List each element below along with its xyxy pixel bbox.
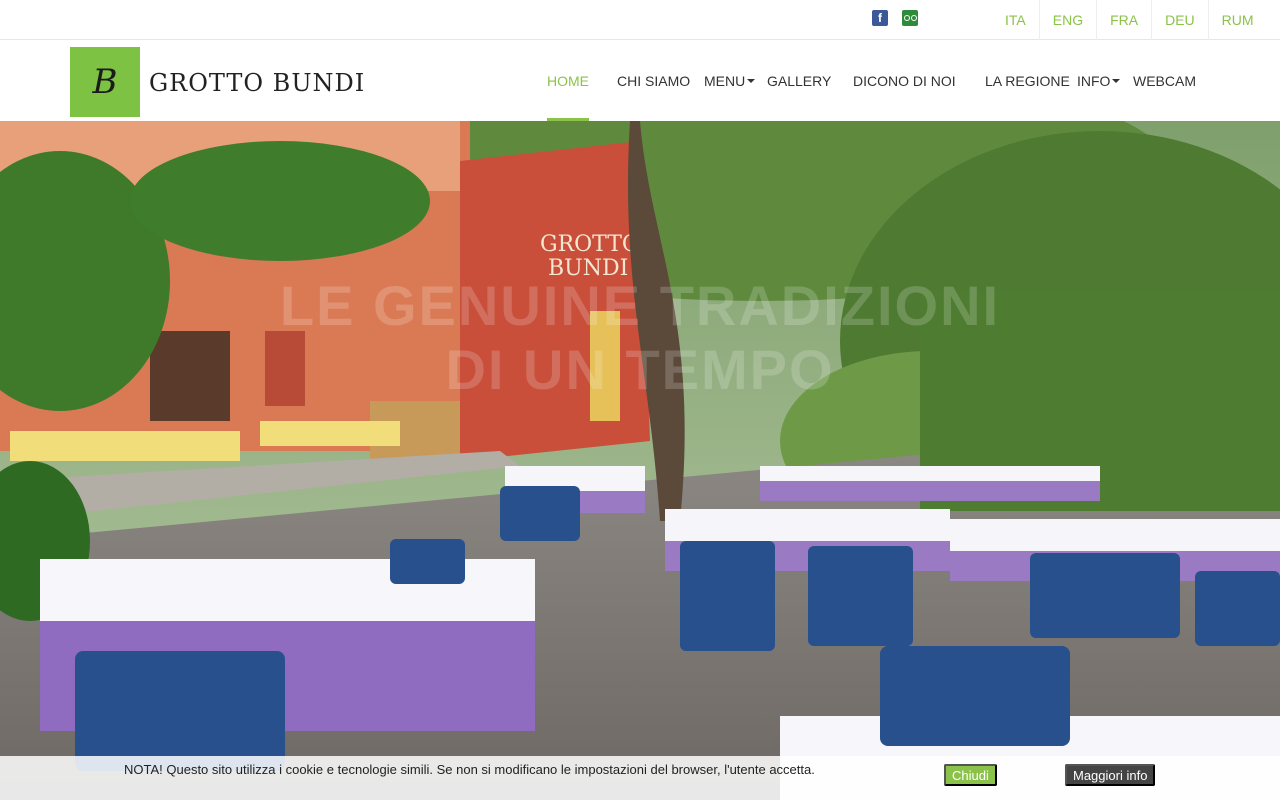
facebook-icon[interactable]: f [872, 10, 888, 26]
lang-eng[interactable]: ENG [1038, 0, 1096, 40]
logo-text[interactable]: GROTTO BUNDI [149, 69, 365, 97]
nav-dicono-label: DICONO DI NOI [853, 73, 956, 89]
nav-gallery-label: GALLERY [767, 73, 832, 89]
cookie-close-button[interactable]: Chiudi [944, 764, 997, 786]
lang-ita[interactable]: ITA [992, 0, 1039, 40]
lang-rum[interactable]: RUM [1207, 0, 1267, 40]
tripadvisor-eyes [903, 15, 917, 21]
chevron-down-icon [747, 79, 756, 83]
nav-gallery[interactable]: GALLERY [767, 41, 831, 121]
lang-deu[interactable]: DEU [1151, 0, 1208, 40]
language-switcher: ITA ENG FRA DEU RUM [992, 0, 1267, 40]
cookie-notice-text: NOTA! Questo sito utilizza i cookie e te… [124, 762, 815, 777]
logo-mark[interactable]: B [70, 47, 140, 117]
nav-chi-siamo-label: CHI SIAMO [617, 73, 691, 89]
site-header: B GROTTO BUNDI HOME CHI SIAMO MENU GALLE… [0, 41, 1280, 121]
top-bar: f ITA ENG FRA DEU RUM [0, 0, 1280, 40]
nav-menu[interactable]: MENU [704, 41, 756, 121]
nav-la-regione[interactable]: LA REGIONE [985, 41, 1070, 121]
nav-home-label: HOME [547, 73, 589, 89]
nav-webcam-label: WEBCAM [1133, 73, 1196, 89]
nav-home[interactable]: HOME [547, 41, 589, 121]
cookie-banner: NOTA! Questo sito utilizza i cookie e te… [0, 756, 1280, 800]
logo-monogram: B [92, 62, 118, 102]
nav-webcam[interactable]: WEBCAM [1133, 41, 1196, 121]
sign-line-1: GROTTO [540, 232, 640, 257]
chevron-down-icon [1112, 79, 1121, 83]
facebook-glyph: f [878, 11, 882, 25]
hero-headline-line-1: LE GENUINE TRADIZIONI [279, 274, 1001, 337]
nav-menu-label: MENU [704, 73, 746, 89]
nav-info[interactable]: INFO [1077, 41, 1121, 121]
nav-regione-label: LA REGIONE [985, 73, 1070, 89]
hero-illustration: GROTTO BUNDI [0, 121, 1280, 800]
cookie-more-info-button[interactable]: Maggiori info [1065, 764, 1156, 786]
tripadvisor-icon[interactable] [902, 10, 918, 26]
hero-headline-line-2: DI UN TEMPO [445, 338, 835, 401]
nav-info-label: INFO [1077, 73, 1111, 89]
nav-dicono-di-noi[interactable]: DICONO DI NOI [853, 41, 956, 121]
nav-chi-siamo[interactable]: CHI SIAMO [617, 41, 690, 121]
lang-fra[interactable]: FRA [1096, 0, 1151, 40]
hero-image: GROTTO BUNDI LE GENUINE TRADIZIONI DI UN… [0, 121, 1280, 800]
